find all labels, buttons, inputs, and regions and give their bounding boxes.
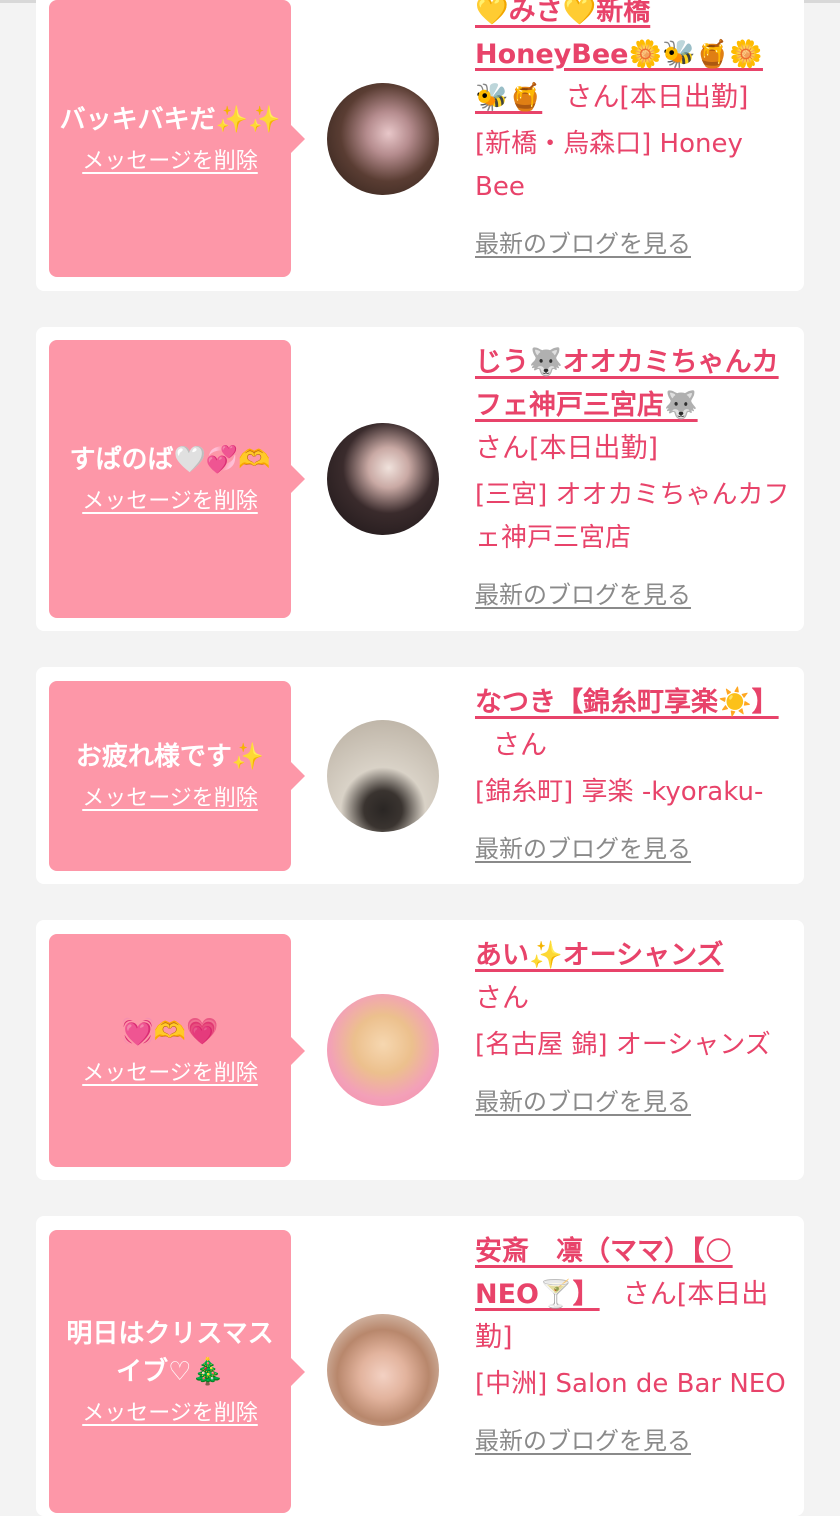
avatar[interactable] — [327, 720, 439, 832]
avatar[interactable] — [327, 994, 439, 1106]
avatar[interactable] — [327, 1314, 439, 1426]
latest-blog-link[interactable]: 最新のブログを見る — [475, 580, 691, 610]
message-card: 💓🫶💗 メッセージを削除 あい✨オーシャンズ さん [名古屋 錦] オーシャンズ… — [36, 920, 804, 1180]
message-text: すぱのば🤍💞🫶 — [69, 445, 271, 475]
latest-blog-link[interactable]: 最新のブログを見る — [475, 1426, 691, 1456]
profile-info: 💛みさ💛新橋HoneyBee🌼🐝🍯🌼🐝🍯 さん[本日出勤] [新橋・烏森口] H… — [475, 0, 793, 259]
latest-blog-link[interactable]: 最新のブログを見る — [475, 834, 691, 864]
delete-message-link[interactable]: メッセージを削除 — [82, 1399, 258, 1429]
honorific: さん — [565, 82, 620, 113]
honorific: さん — [475, 983, 529, 1014]
shop-label: [錦糸町] 享楽 -kyoraku- — [475, 777, 764, 807]
message-bubble: 💓🫶💗 メッセージを削除 — [49, 934, 305, 1167]
message-text: 💓🫶💗 — [121, 1016, 219, 1047]
message-card: バッキバキだ✨✨ メッセージを削除 💛みさ💛新橋HoneyBee🌼🐝🍯🌼🐝🍯 さ… — [36, 0, 804, 291]
avatar[interactable] — [327, 83, 439, 195]
profile-name-link[interactable]: なつき【錦糸町享楽☀️】 — [475, 687, 779, 718]
profile-info: じう🐺オオカミちゃんカフェ神戸三宮店🐺 さん[本日出勤] [三宮] オオカミちゃ… — [475, 341, 793, 610]
avatar[interactable] — [327, 423, 439, 535]
message-bubble: 明日はクリスマスイブ♡🎄 メッセージを削除 — [49, 1230, 305, 1513]
delete-message-link[interactable]: メッセージを削除 — [82, 1059, 258, 1089]
delete-message-link[interactable]: メッセージを削除 — [82, 487, 258, 517]
shop-label: [中洲] Salon de Bar NEO — [475, 1369, 786, 1399]
profile-info: あい✨オーシャンズ さん [名古屋 錦] オーシャンズ 最新のブログを見る — [475, 934, 793, 1117]
message-bubble: すぱのば🤍💞🫶 メッセージを削除 — [49, 340, 305, 618]
message-card: 明日はクリスマスイブ♡🎄 メッセージを削除 安斎 凛（ママ）【🌕NEO🍸】 さん… — [36, 1216, 804, 1516]
work-status: [本日出勤] — [619, 82, 749, 113]
profile-info: なつき【錦糸町享楽☀️】 さん [錦糸町] 享楽 -kyoraku- 最新のブロ… — [475, 681, 793, 864]
latest-blog-link[interactable]: 最新のブログを見る — [475, 229, 691, 259]
message-bubble: お疲れ様です✨ メッセージを削除 — [49, 681, 305, 871]
shop-label: [新橋・烏森口] Honey Bee — [475, 129, 743, 202]
message-card: お疲れ様です✨ メッセージを削除 なつき【錦糸町享楽☀️】 さん [錦糸町] 享… — [36, 667, 804, 884]
delete-message-link[interactable]: メッセージを削除 — [82, 784, 258, 814]
latest-blog-link[interactable]: 最新のブログを見る — [475, 1087, 691, 1117]
shop-label: [三宮] オオカミちゃんカフェ神戸三宮店 — [475, 480, 790, 553]
work-status: [本日出勤] — [529, 433, 659, 464]
delete-message-link[interactable]: メッセージを削除 — [82, 147, 258, 177]
profile-info: 安斎 凛（ママ）【🌕NEO🍸】 さん[本日出勤] [中洲] Salon de B… — [475, 1230, 793, 1456]
honorific: さん — [622, 1279, 677, 1310]
message-text: お疲れ様です✨ — [75, 742, 265, 772]
message-text: 明日はクリスマスイブ♡🎄 — [66, 1318, 274, 1387]
profile-name-link[interactable]: あい✨オーシャンズ — [475, 940, 724, 971]
message-text: バッキバキだ✨✨ — [59, 104, 281, 135]
profile-name-link[interactable]: じう🐺オオカミちゃんカフェ神戸三宮店🐺 — [475, 347, 779, 421]
honorific: さん — [493, 730, 547, 761]
message-card: すぱのば🤍💞🫶 メッセージを削除 じう🐺オオカミちゃんカフェ神戸三宮店🐺 さん[… — [36, 327, 804, 631]
shop-label: [名古屋 錦] オーシャンズ — [475, 1030, 771, 1060]
message-bubble: バッキバキだ✨✨ メッセージを削除 — [49, 0, 305, 277]
honorific: さん — [475, 433, 529, 464]
